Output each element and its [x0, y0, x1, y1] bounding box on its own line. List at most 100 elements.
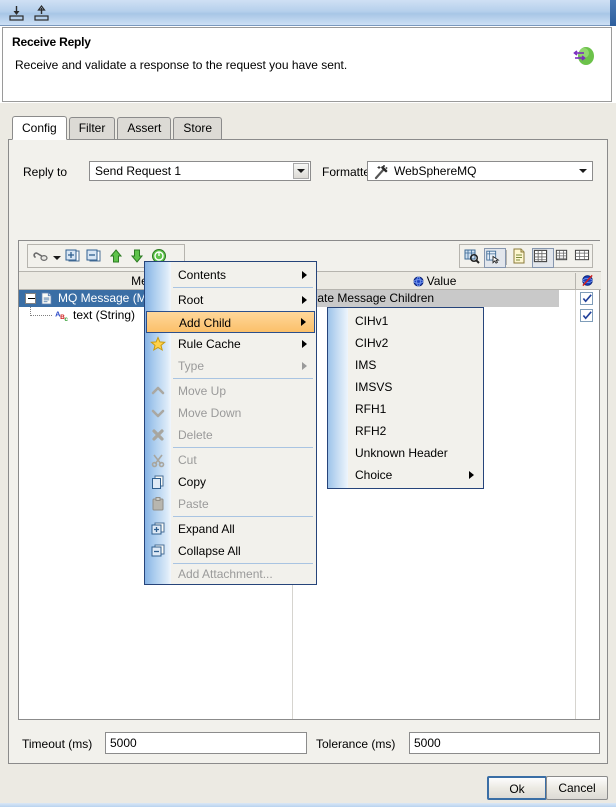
menu-separator	[173, 447, 313, 448]
tree-row-value-cell[interactable]: ...idate Message Children	[294, 290, 559, 307]
menu-item-expand-all[interactable]: Expand All	[145, 518, 316, 540]
tree-guide-line	[30, 315, 52, 317]
menu-item-contents[interactable]: Contents	[145, 264, 316, 286]
receive-reply-dialog: Receive Reply Receive and validate a res…	[0, 0, 616, 807]
submenu-item-cihv2[interactable]: CIHv2	[328, 332, 483, 354]
menu-item-label: Contents	[178, 268, 227, 282]
table-small-icon[interactable]	[554, 248, 574, 266]
menu-item-label: Rule Cache	[178, 337, 241, 351]
add-child-submenu: CIHv1 CIHv2 IMS IMSVS RFH1 RFH2 Unknown …	[327, 307, 484, 489]
reply-to-label: Reply to	[23, 165, 68, 179]
timeout-input[interactable]: 5000	[105, 732, 307, 754]
document-view-icon[interactable]	[510, 248, 530, 266]
menu-item-copy[interactable]: Copy	[145, 471, 316, 493]
submenu-item-label: RFH1	[355, 402, 387, 416]
menu-item-label: Add Attachment...	[178, 567, 273, 581]
receive-reply-icon	[571, 43, 597, 69]
dropdown-arrow-icon[interactable]	[50, 248, 61, 266]
page-title: Receive Reply	[12, 35, 91, 49]
column-value-label: Value	[426, 274, 457, 288]
reply-to-combo[interactable]: Send Request 1	[89, 161, 311, 181]
submenu-arrow-icon	[301, 318, 306, 326]
grid-view-icon[interactable]	[532, 248, 554, 268]
submenu-arrow-icon	[469, 471, 474, 479]
tab-store-label: Store	[183, 121, 213, 135]
import-icon[interactable]	[8, 4, 26, 22]
find-select-icon[interactable]	[484, 248, 506, 268]
cancel-button[interactable]: Cancel	[546, 776, 608, 800]
tab-config[interactable]: Config	[12, 116, 67, 140]
submenu-arrow-icon	[302, 362, 307, 370]
tab-bar: Config Filter Assert Store	[12, 116, 224, 140]
expander-minus-icon[interactable]	[25, 293, 36, 304]
export-icon[interactable]	[33, 4, 51, 22]
expand-all-icon[interactable]	[64, 248, 84, 266]
menu-item-cut: Cut	[145, 449, 316, 471]
submenu-item-cihv1[interactable]: CIHv1	[328, 310, 483, 332]
formatter-dropdown-arrow[interactable]	[575, 163, 591, 179]
tab-assert[interactable]: Assert	[117, 117, 172, 139]
menu-item-label: Collapse All	[178, 544, 241, 558]
menu-item-rule-cache[interactable]: Rule Cache	[145, 333, 316, 355]
submenu-item-label: Choice	[355, 468, 393, 482]
table-large-icon[interactable]	[574, 248, 594, 266]
menu-item-collapse-all[interactable]: Collapse All	[145, 540, 316, 562]
menu-item-label: Cut	[178, 453, 197, 467]
menu-separator	[173, 378, 313, 379]
tolerance-input[interactable]: 5000	[409, 732, 600, 754]
collapse-all-icon	[150, 543, 166, 559]
formatter-combo[interactable]: WebSphereMQ	[367, 161, 593, 181]
column-value[interactable]: Value	[294, 272, 575, 290]
ok-button[interactable]: Ok	[487, 776, 547, 800]
copy-icon	[150, 474, 166, 490]
submenu-item-label: IMSVS	[355, 380, 393, 394]
expand-all-icon	[150, 521, 166, 537]
submenu-arrow-icon	[302, 296, 307, 304]
tree-row-label: MQ Message (M...	[58, 291, 157, 305]
header-panel: Receive Reply Receive and validate a res…	[2, 27, 612, 102]
validate-checkbox[interactable]	[580, 292, 593, 305]
window-toolbar	[0, 0, 616, 26]
cut-scissors-icon	[150, 452, 166, 468]
menu-item-label: Add Child	[179, 316, 232, 330]
submenu-item-rfh2[interactable]: RFH2	[328, 420, 483, 442]
reply-to-dropdown-arrow[interactable]	[293, 163, 309, 179]
config-tab-panel: Reply to Send Request 1 Formatter WebSph…	[8, 139, 608, 764]
star-icon	[150, 336, 166, 352]
menu-item-paste: Paste	[145, 493, 316, 515]
move-up-icon[interactable]	[107, 248, 127, 266]
paste-icon	[150, 496, 166, 512]
attach-icon[interactable]	[31, 248, 51, 266]
ok-button-label: Ok	[509, 782, 525, 796]
submenu-item-label: CIHv2	[355, 336, 389, 350]
formatter-value: WebSphereMQ	[394, 164, 477, 178]
menu-item-label: Move Down	[178, 406, 242, 420]
submenu-item-choice[interactable]: Choice	[328, 464, 483, 486]
menu-item-add-child[interactable]: Add Child	[146, 311, 315, 333]
submenu-item-ims[interactable]: IMS	[328, 354, 483, 376]
menu-item-type: Type	[145, 355, 316, 377]
menu-item-delete: Delete	[145, 424, 316, 446]
submenu-item-unknown-header[interactable]: Unknown Header	[328, 442, 483, 464]
tree-toolbar-right-group	[459, 244, 593, 268]
tolerance-value: 5000	[414, 736, 441, 750]
tab-filter[interactable]: Filter	[68, 117, 116, 139]
validate-checkbox[interactable]	[580, 309, 593, 322]
timeout-tolerance-row: Timeout (ms) 5000 Tolerance (ms) 5000	[18, 732, 600, 756]
menu-separator	[173, 516, 313, 517]
submenu-arrow-icon	[302, 340, 307, 348]
window-bottom-edge	[0, 803, 616, 807]
delete-x-icon	[150, 427, 166, 443]
submenu-item-imsvs[interactable]: IMSVS	[328, 376, 483, 398]
tab-store[interactable]: Store	[173, 117, 223, 139]
collapse-all-icon[interactable]	[85, 248, 105, 266]
message-tree-panel: Message Value	[18, 240, 601, 720]
menu-item-move-up: Move Up	[145, 380, 316, 402]
column-validate[interactable]	[576, 272, 599, 290]
tab-filter-label: Filter	[78, 121, 106, 135]
menu-item-move-down: Move Down	[145, 402, 316, 424]
menu-item-label: Delete	[178, 428, 213, 442]
menu-item-root[interactable]: Root	[145, 289, 316, 311]
submenu-item-rfh1[interactable]: RFH1	[328, 398, 483, 420]
find-icon[interactable]	[463, 248, 483, 266]
